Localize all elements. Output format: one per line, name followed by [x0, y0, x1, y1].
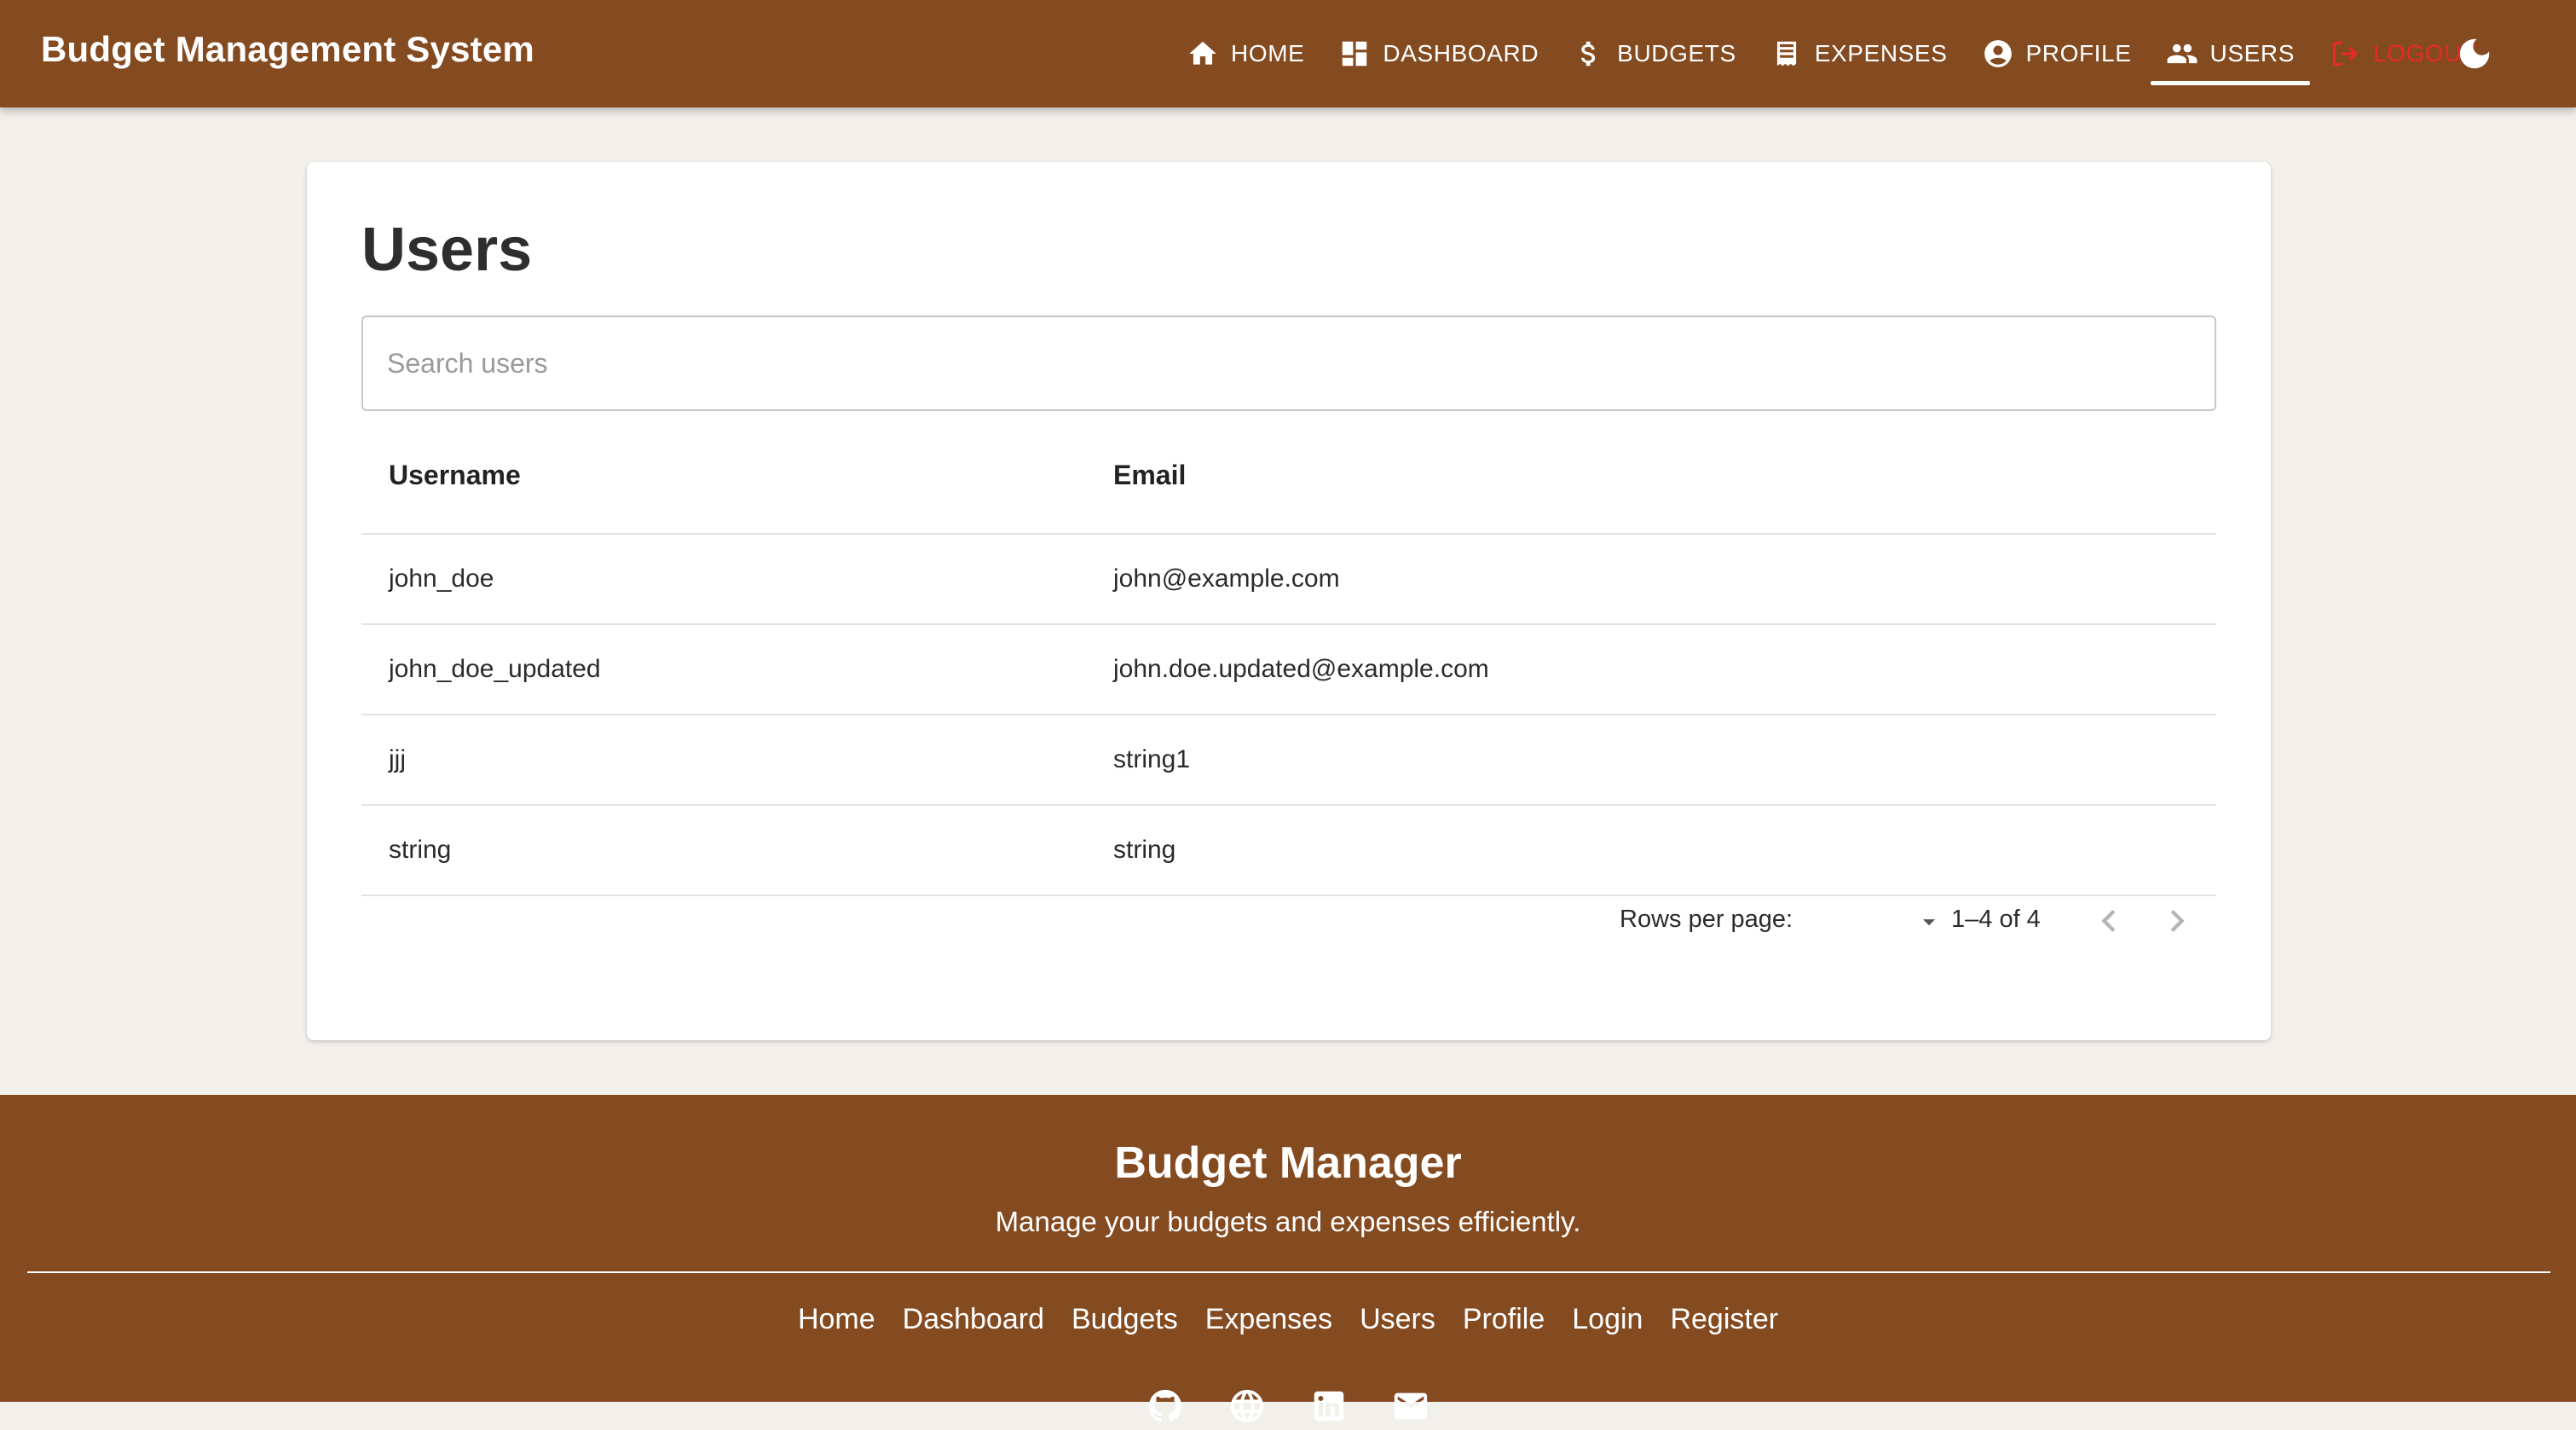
table-row[interactable]: john_doe_updated john.doe.updated@exampl…: [361, 624, 2216, 715]
nav-dashboard-label: DASHBOARD: [1383, 40, 1539, 67]
table-row[interactable]: jjj string1: [361, 715, 2216, 806]
logout-icon: [2332, 41, 2358, 67]
table-header-row: Username Email: [361, 418, 2216, 535]
cell-email: string: [1086, 805, 2216, 896]
footer-link-expenses[interactable]: Expenses: [1205, 1303, 1332, 1336]
nav-budgets-label: BUDGETS: [1617, 40, 1736, 67]
nav-home-label: HOME: [1231, 40, 1305, 67]
nav-expenses-label: EXPENSES: [1814, 40, 1948, 67]
footer-links: Home Dashboard Budgets Expenses Users Pr…: [0, 1303, 2576, 1336]
users-card: Users Username Email john_doe john@examp…: [307, 162, 2271, 1040]
app-title: Budget Management System: [41, 29, 534, 69]
site-footer: Budget Manager Manage your budgets and e…: [0, 1095, 2576, 1423]
moon-icon: [2459, 38, 2490, 69]
rows-per-page-label: Rows per page:: [1620, 906, 1793, 933]
table-row[interactable]: string string: [361, 805, 2216, 896]
nav-expenses[interactable]: EXPENSES: [1753, 0, 1965, 107]
previous-page-button[interactable]: [2087, 899, 2131, 943]
theme-toggle-button[interactable]: [2455, 34, 2494, 73]
dollar-icon: [1581, 41, 1596, 67]
chevron-right-icon: [2170, 910, 2185, 932]
table-pagination: Rows per page: 1–4 of 4: [307, 887, 2271, 955]
footer-link-home[interactable]: Home: [798, 1303, 875, 1336]
cell-email: john@example.com: [1086, 534, 2216, 625]
globe-icon[interactable]: [1227, 1387, 1267, 1426]
rows-per-page-select[interactable]: [1841, 904, 1944, 938]
pagination-range: 1–4 of 4: [1951, 906, 2041, 933]
footer-divider: [27, 1271, 2550, 1273]
column-header-email[interactable]: Email: [1086, 418, 2216, 535]
github-icon[interactable]: [1146, 1387, 1185, 1426]
search-input[interactable]: [361, 316, 2216, 411]
social-links: [0, 1387, 2576, 1426]
nav-profile-label: PROFILE: [2025, 40, 2132, 67]
app-bar: Budget Management System HOME DASHBOARD …: [0, 0, 2576, 107]
caret-down-icon: [1922, 919, 1936, 926]
footer-link-users[interactable]: Users: [1360, 1303, 1435, 1336]
cell-username: john_doe: [361, 534, 1086, 625]
cell-email: string1: [1086, 715, 2216, 806]
linkedin-icon[interactable]: [1309, 1387, 1349, 1426]
people-icon: [2167, 43, 2197, 64]
nav-profile[interactable]: PROFILE: [1965, 0, 2149, 107]
account-circle-icon: [1984, 40, 2012, 67]
footer-tagline: Manage your budgets and expenses efficie…: [995, 1206, 1581, 1237]
footer-link-budgets[interactable]: Budgets: [1071, 1303, 1178, 1336]
footer-link-login[interactable]: Login: [1572, 1303, 1643, 1336]
nav-users[interactable]: USERS: [2149, 0, 2312, 107]
cell-email: john.doe.updated@example.com: [1086, 624, 2216, 715]
receipt-icon: [1776, 41, 1796, 67]
nav-users-label: USERS: [2209, 40, 2295, 67]
cell-username: john_doe_updated: [361, 624, 1086, 715]
footer-title: Budget Manager: [1114, 1138, 1462, 1188]
nav-dashboard[interactable]: DASHBOARD: [1321, 0, 1556, 107]
footer-link-profile[interactable]: Profile: [1463, 1303, 1545, 1336]
main-nav: HOME DASHBOARD BUDGETS EXPENSES PROFILE …: [1170, 0, 2494, 107]
nav-budgets[interactable]: BUDGETS: [1556, 0, 1753, 107]
next-page-button[interactable]: [2155, 899, 2199, 943]
footer-link-register[interactable]: Register: [1670, 1303, 1778, 1336]
table-row[interactable]: john_doe john@example.com: [361, 534, 2216, 625]
cell-username: jjj: [361, 715, 1086, 806]
home-icon: [1189, 41, 1216, 65]
column-header-username[interactable]: Username: [361, 418, 1086, 535]
nav-home[interactable]: HOME: [1170, 0, 1321, 107]
page-title: Users: [361, 216, 533, 284]
cell-username: string: [361, 805, 1086, 896]
users-table: Username Email john_doe john@example.com…: [361, 418, 2216, 896]
dashboard-icon: [1343, 41, 1367, 67]
footer-link-dashboard[interactable]: Dashboard: [903, 1303, 1044, 1336]
chevron-left-icon: [2101, 910, 2116, 932]
mail-icon[interactable]: [1391, 1387, 1430, 1426]
